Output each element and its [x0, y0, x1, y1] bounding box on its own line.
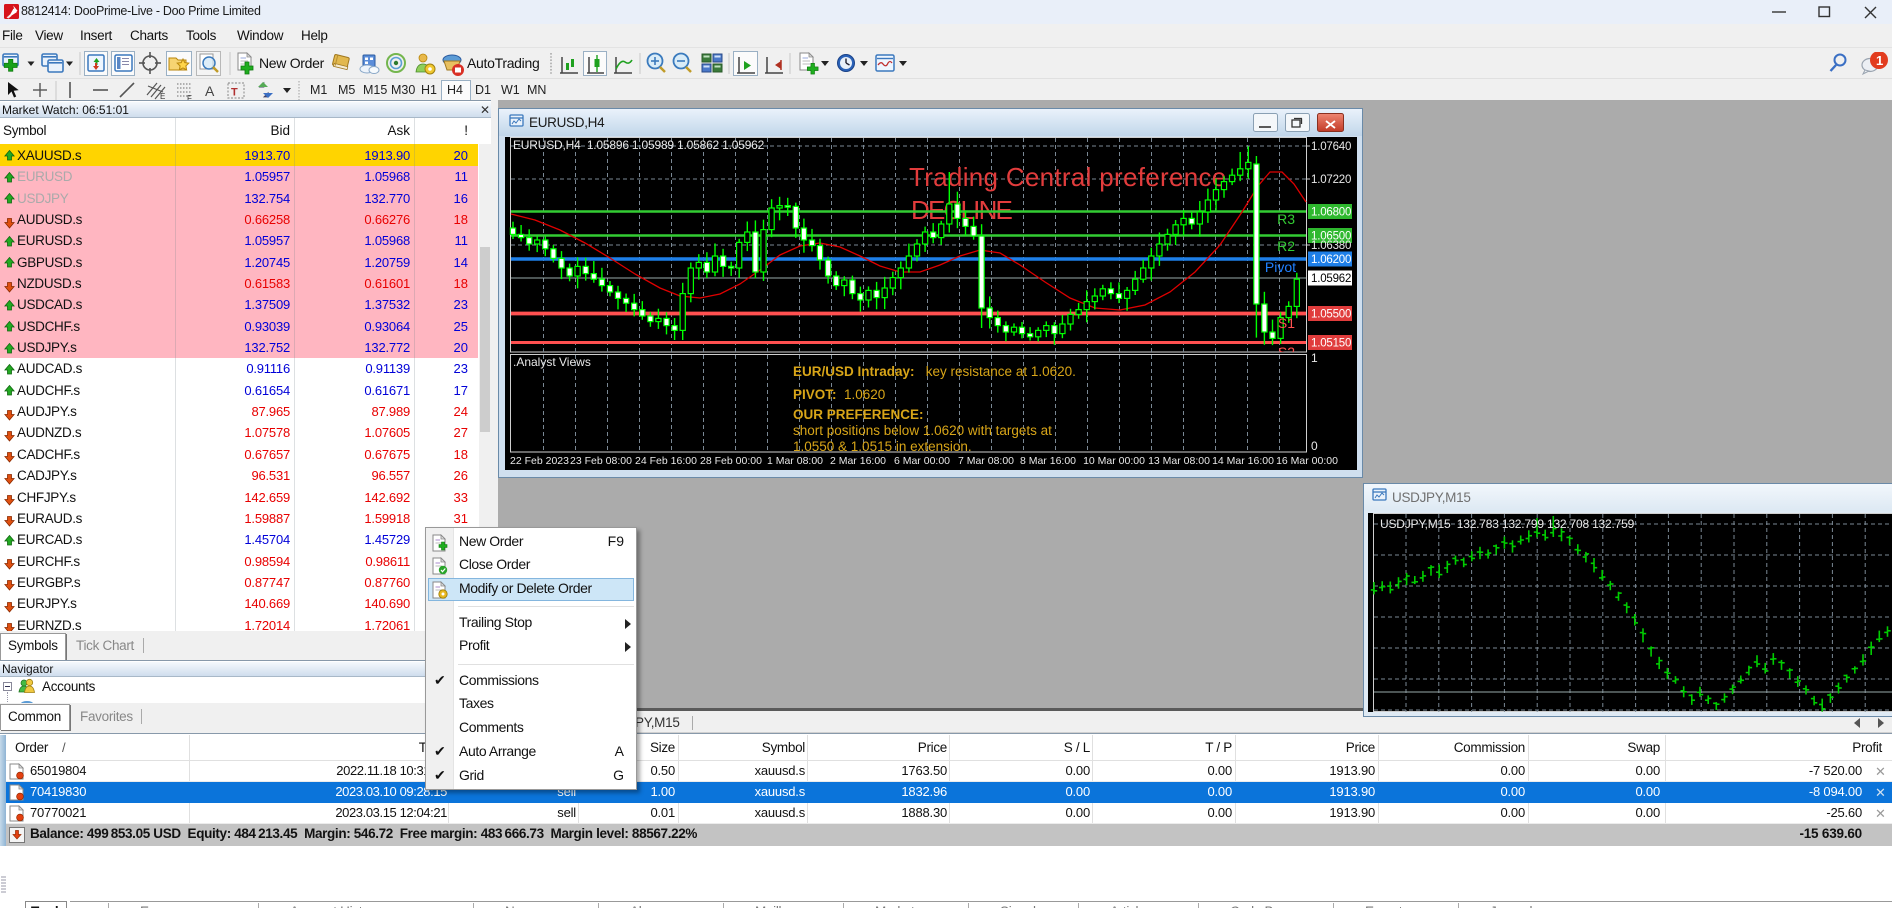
svg-text:1.06380: 1.06380: [1311, 240, 1351, 252]
svg-text:1.05500: 1.05500: [1311, 309, 1351, 321]
svg-text:T: T: [231, 87, 238, 99]
svg-text:1: 1: [1876, 53, 1883, 68]
svg-text:New Order: New Order: [259, 55, 325, 71]
svg-text:1.05962: 1.05962: [1311, 273, 1351, 285]
svg-text:6 Mar 00:00: 6 Mar 00:00: [894, 455, 950, 467]
svg-text:short positions below 1.0620 w: short positions below 1.0620 with target…: [793, 423, 1052, 438]
svg-text:1.07640: 1.07640: [1311, 141, 1351, 153]
svg-text:EURUSD,H4: EURUSD,H4: [529, 115, 605, 130]
svg-text:.Analyst Views: .Analyst Views: [513, 355, 591, 369]
svg-text:A: A: [205, 83, 215, 99]
svg-text:1.07220: 1.07220: [1311, 174, 1351, 186]
svg-text:22 Feb 2023: 22 Feb 2023: [510, 455, 569, 467]
svg-text:1.06200: 1.06200: [1311, 254, 1351, 266]
svg-text:Trading Central preference: Trading Central preference: [909, 162, 1227, 192]
svg-text:1.05150: 1.05150: [1311, 338, 1351, 350]
svg-text:24 Feb 16:00: 24 Feb 16:00: [635, 455, 697, 467]
svg-text:16 Mar 00:00: 16 Mar 00:00: [1276, 455, 1338, 467]
svg-text:2 Mar 16:00: 2 Mar 16:00: [830, 455, 886, 467]
svg-text:14 Mar 16:00: 14 Mar 16:00: [1212, 455, 1274, 467]
svg-text:USDJPY,M15 132.783 132.799 13: USDJPY,M15 132.783 132.799 132.708 132.7…: [1380, 517, 1635, 531]
svg-text:8 Mar 16:00: 8 Mar 16:00: [1020, 455, 1076, 467]
svg-text:R3: R3: [1277, 211, 1295, 227]
svg-text:13 Mar 08:00: 13 Mar 08:00: [1148, 455, 1210, 467]
svg-text:EURUSD,H4 1.05896 1.05989 1.0: EURUSD,H4 1.05896 1.05989 1.05862 1.0596…: [513, 138, 765, 152]
svg-text:S1: S1: [1278, 315, 1295, 331]
svg-text:USDJPY,M15: USDJPY,M15: [1392, 490, 1471, 505]
svg-text:1.0550 & 1.0515 in extension.: 1.0550 & 1.0515 in extension.: [793, 439, 972, 454]
svg-text:1: 1: [1311, 351, 1318, 365]
svg-text:1 Mar 08:00: 1 Mar 08:00: [767, 455, 823, 467]
svg-text:PIVOT: 1.0620: PIVOT: 1.0620: [793, 387, 885, 402]
svg-text:1.06800: 1.06800: [1311, 207, 1351, 219]
svg-text:OUR PREFERENCE:: OUR PREFERENCE:: [793, 407, 924, 422]
svg-text:Pivot: Pivot: [1265, 259, 1296, 275]
svg-text:DECLINE: DECLINE: [911, 195, 1013, 225]
svg-text:10 Mar 00:00: 10 Mar 00:00: [1083, 455, 1145, 467]
svg-text:0: 0: [1311, 439, 1318, 453]
svg-text:23 Feb 08:00: 23 Feb 08:00: [570, 455, 632, 467]
svg-text:AutoTrading: AutoTrading: [467, 55, 539, 71]
svg-text:EUR/USD Intraday: key resist: EUR/USD Intraday: key resistance at 1.06…: [793, 364, 1076, 379]
svg-text:R2: R2: [1277, 238, 1295, 254]
svg-text:7 Mar 08:00: 7 Mar 08:00: [958, 455, 1014, 467]
svg-text:28 Feb 00:00: 28 Feb 00:00: [700, 455, 762, 467]
